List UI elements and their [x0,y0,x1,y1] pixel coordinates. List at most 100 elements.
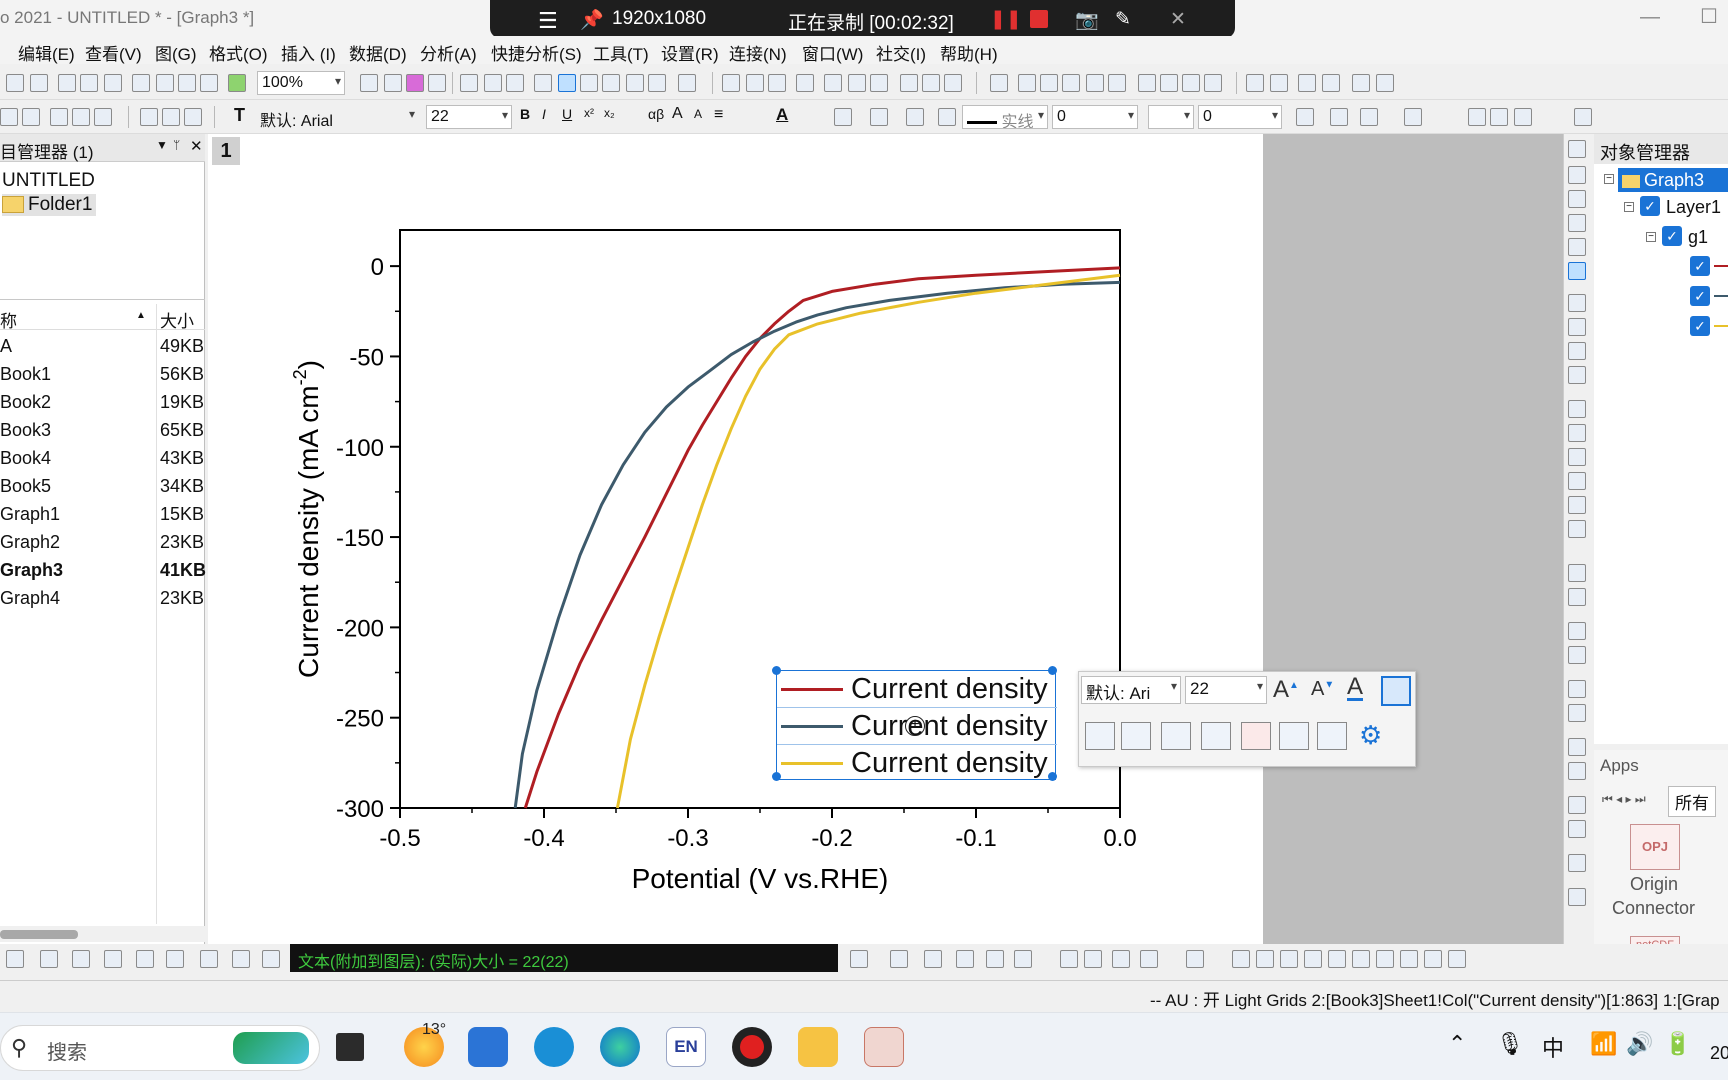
weather-icon[interactable]: 13° [404,1021,446,1067]
hatch-icon[interactable] [1296,108,1314,126]
collapse-icon[interactable]: − [1624,202,1634,212]
checkbox-icon[interactable]: ✓ [1640,196,1660,216]
layout-tool-icon[interactable] [924,950,942,968]
checkbox-icon[interactable]: ✓ [1690,316,1710,336]
scale-y-tool-icon[interactable] [1568,214,1586,232]
align-left-icon[interactable] [1568,680,1586,698]
collapse-icon[interactable]: − [1646,232,1656,242]
ime-en-icon[interactable]: EN [666,1027,706,1067]
taskbar-search[interactable]: ⚲ 搜索 [0,1025,320,1071]
align-tool-3-icon[interactable] [1280,950,1298,968]
tree-node-g1[interactable]: g1 [1688,227,1708,248]
plot-label-icon[interactable] [1279,722,1309,750]
layer-3-icon[interactable] [1568,342,1586,360]
legend-columns-icon[interactable] [1161,722,1191,750]
arrow-right-2-icon[interactable] [1322,74,1340,92]
layer-4-icon[interactable] [1568,366,1586,384]
axis-cross-icon[interactable] [1568,520,1586,538]
plot-order-icon[interactable] [1241,722,1271,750]
app-name-line1[interactable]: Origin [1630,874,1678,895]
checkbox-icon[interactable]: ✓ [1690,286,1710,306]
arrange-tool-icon[interactable] [850,950,868,968]
align-tool-8-icon[interactable] [1400,950,1418,968]
image2-tool-icon[interactable] [1084,950,1102,968]
ime-cn-indicator[interactable]: 中 [1542,1031,1564,1063]
chevron-up-icon[interactable]: ⌃ [1448,1031,1466,1057]
checkbox-icon[interactable]: ✓ [1662,226,1682,246]
task-view-icon[interactable] [336,1033,364,1061]
symbol-tool-icon[interactable] [200,950,218,968]
distribute-icon[interactable] [1568,796,1586,814]
arrow-right-3-icon[interactable] [1352,74,1370,92]
lock-icon[interactable] [1574,108,1592,126]
same-size-icon[interactable] [1568,820,1586,838]
gear-icon[interactable]: ⚙ [1359,720,1382,751]
calendar-tool-icon[interactable] [986,950,1004,968]
align-top-icon[interactable] [1568,738,1586,756]
battery-icon[interactable]: 🔋 [1664,1031,1691,1057]
matrix-icon[interactable] [1468,108,1486,126]
curve-tool-icon[interactable] [40,950,58,968]
ungroup-icon[interactable] [1568,588,1586,606]
color-tool-icon[interactable] [72,950,90,968]
image-tool-icon[interactable] [1060,950,1078,968]
group-icon[interactable] [1568,564,1586,582]
legend-item[interactable]: Current density [777,671,1057,708]
arrow-right-4-icon[interactable] [1376,74,1394,92]
mini-font-select[interactable]: 默认: Ari [1081,676,1181,704]
clock[interactable]: 20 [1710,1043,1728,1064]
candle-tool-icon[interactable] [232,950,250,968]
align-tool-9-icon[interactable] [1424,950,1442,968]
legend[interactable]: Current density Current density Current de… [772,666,1057,781]
line-tool-icon[interactable] [6,950,24,968]
group-tool-icon[interactable] [890,950,908,968]
legend-update-icon[interactable] [1085,722,1115,750]
wifi-icon[interactable]: 📶 [1590,1031,1617,1057]
box-tool-icon[interactable] [1014,950,1032,968]
align-tool-2-icon[interactable] [1256,950,1274,968]
mini-font-color-icon[interactable]: A [1347,675,1364,701]
checkbox-icon[interactable]: ✓ [1690,256,1710,276]
pointer-tool-icon[interactable] [1568,140,1586,158]
align-tool-4-icon[interactable] [1304,950,1322,968]
legend-percent-icon[interactable] [1121,722,1151,750]
align-right-icon[interactable] [1568,704,1586,722]
range-tool-icon[interactable] [1140,950,1158,968]
resize-handle[interactable] [1048,666,1057,675]
move-icon[interactable] [1490,108,1508,126]
axis-right-icon[interactable] [1568,472,1586,490]
recorder-app-icon[interactable] [732,1027,772,1067]
distribute-tool-icon[interactable] [1186,950,1204,968]
resize-handle[interactable] [1048,772,1057,781]
opj-app-icon[interactable]: OPJ [1630,824,1680,870]
volume-icon[interactable]: 🔊 [1626,1031,1653,1057]
axis-left-icon[interactable] [1568,448,1586,466]
legend-reverse-icon[interactable] [1201,722,1231,750]
arrow-right-icon[interactable] [1298,74,1316,92]
align-tool-7-icon[interactable] [1376,950,1394,968]
align-tool-5-icon[interactable] [1328,950,1346,968]
db-tool-icon[interactable] [262,950,280,968]
settings-app-icon[interactable] [534,1027,574,1067]
grid-tool-icon[interactable] [956,950,974,968]
resize-handle[interactable] [772,666,781,675]
axis-box-icon[interactable] [1568,496,1586,514]
app-name-line2[interactable]: Connector [1612,898,1695,919]
resize-handle[interactable] [772,772,781,781]
collapse-icon[interactable]: − [1604,174,1614,184]
layer-1-icon[interactable] [1568,294,1586,312]
pattern-tool-icon[interactable] [104,950,122,968]
front-icon[interactable] [1568,622,1586,640]
file-explorer-icon[interactable] [798,1027,838,1067]
apps-nav-icon[interactable]: ⏮ ◂ ▸ ⏭ [1602,792,1646,807]
maximize-icon[interactable]: ☐ [1700,4,1718,29]
tree-node-graph3[interactable]: Graph3 [1618,168,1728,192]
palette-tool-icon[interactable] [166,950,184,968]
microphone-icon[interactable]: 🎙 [1496,1031,1524,1057]
origin-app-icon[interactable] [864,1027,904,1067]
apps-tab-all[interactable]: 所有 [1668,786,1716,817]
snap-icon[interactable] [1568,888,1586,906]
grow-font-icon[interactable]: A▲ [1273,676,1299,704]
scale-tool-icon[interactable] [1568,166,1586,184]
marker-tool-icon[interactable] [136,950,154,968]
